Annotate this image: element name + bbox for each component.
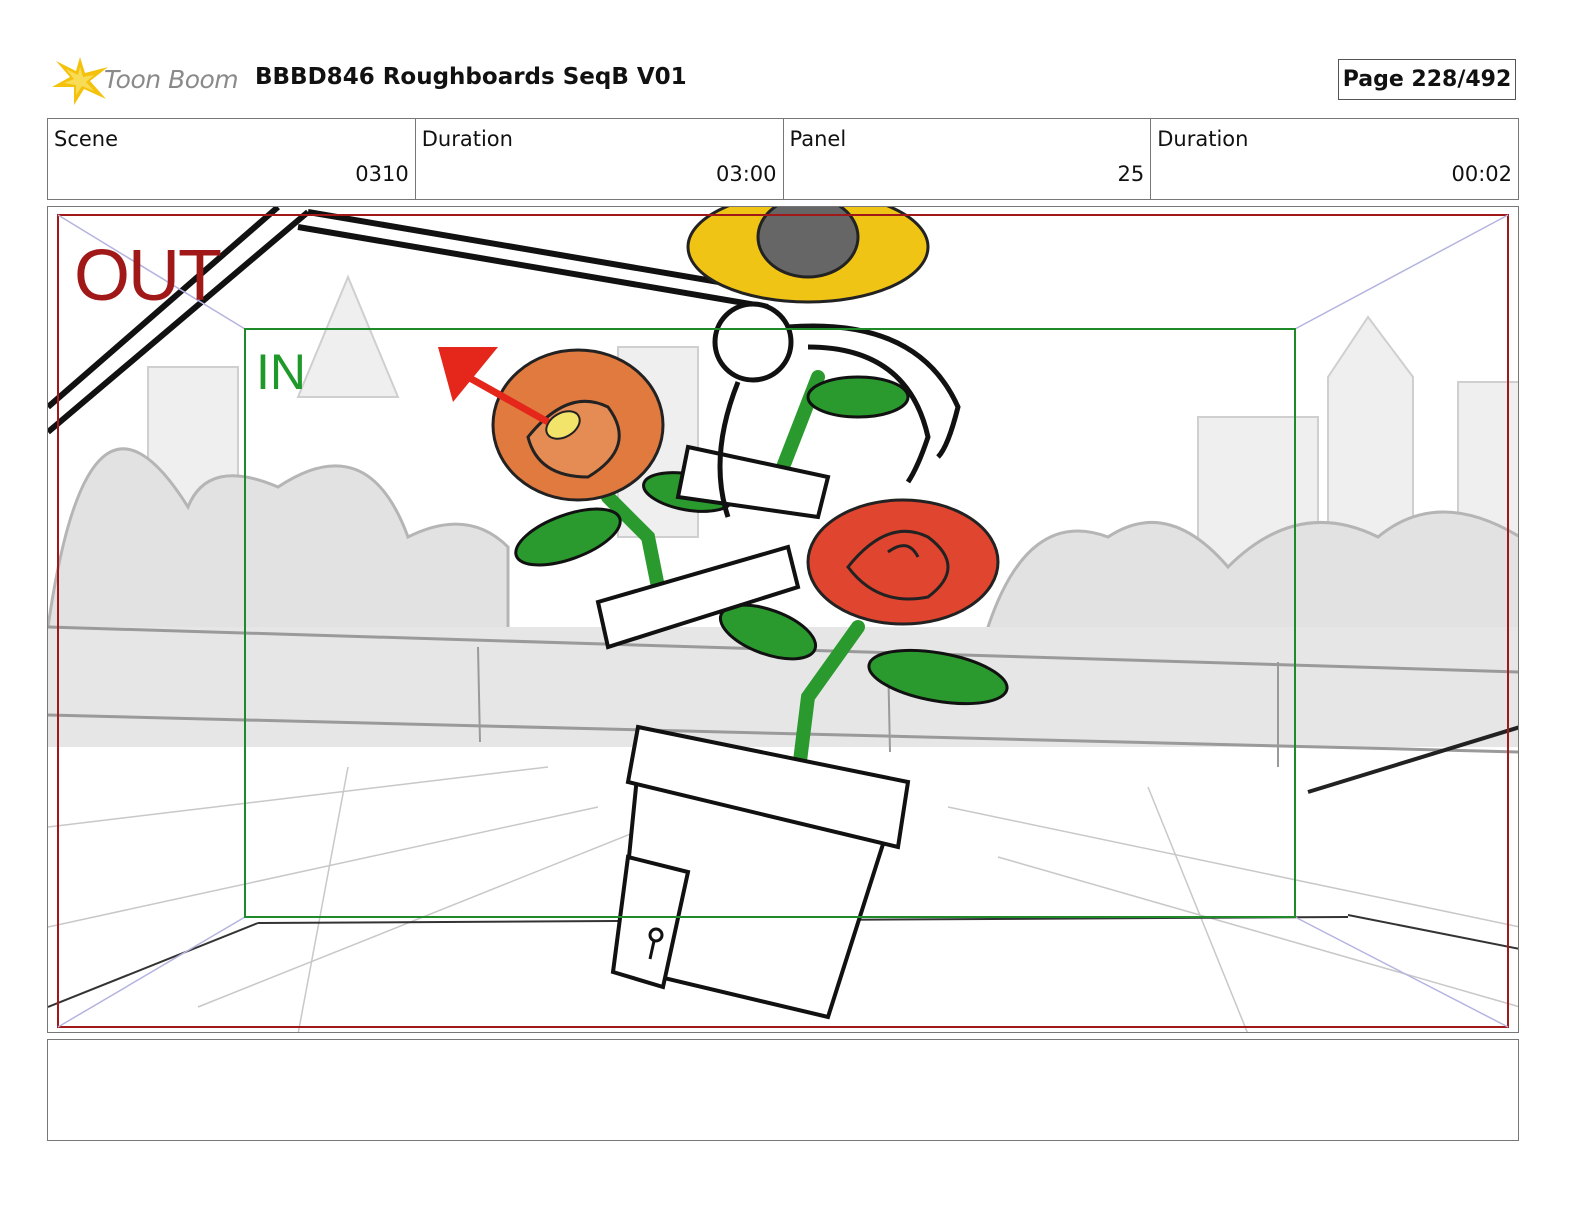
- storyboard-info-row: Scene 0310 Duration 03:00 Panel 25 Durat…: [47, 118, 1519, 200]
- panel-duration-cell: Duration 00:02: [1151, 119, 1518, 199]
- scene-duration-value: 03:00: [715, 162, 777, 186]
- document-title: BBBD846 Roughboards SeqB V01: [255, 64, 687, 90]
- panel-duration-value: 00:02: [1451, 162, 1512, 186]
- toon-boom-logo: Toon Boom: [50, 55, 240, 107]
- panel-value: 25: [1117, 162, 1145, 186]
- panel-cell: Panel 25: [784, 119, 1152, 199]
- scene-label: Scene: [54, 127, 119, 151]
- scene-value: 0310: [355, 162, 409, 186]
- logo-text: Toon Boom: [104, 65, 239, 94]
- panel-label: Panel: [789, 127, 847, 151]
- scene-duration-cell: Duration 03:00: [416, 119, 784, 199]
- out-frame-label: OUT: [74, 236, 222, 316]
- panel-duration-label: Duration: [1157, 127, 1249, 151]
- panel-sketch: [48, 207, 1518, 1032]
- in-frame-label: IN: [256, 344, 306, 400]
- page-indicator: Page 228/492: [1338, 59, 1516, 100]
- sparkle-logo-icon: [52, 57, 108, 105]
- storyboard-panel: OUT IN: [47, 206, 1519, 1033]
- scene-cell: Scene 0310: [48, 119, 416, 199]
- caption-box: [47, 1039, 1519, 1141]
- scene-duration-label: Duration: [421, 127, 513, 151]
